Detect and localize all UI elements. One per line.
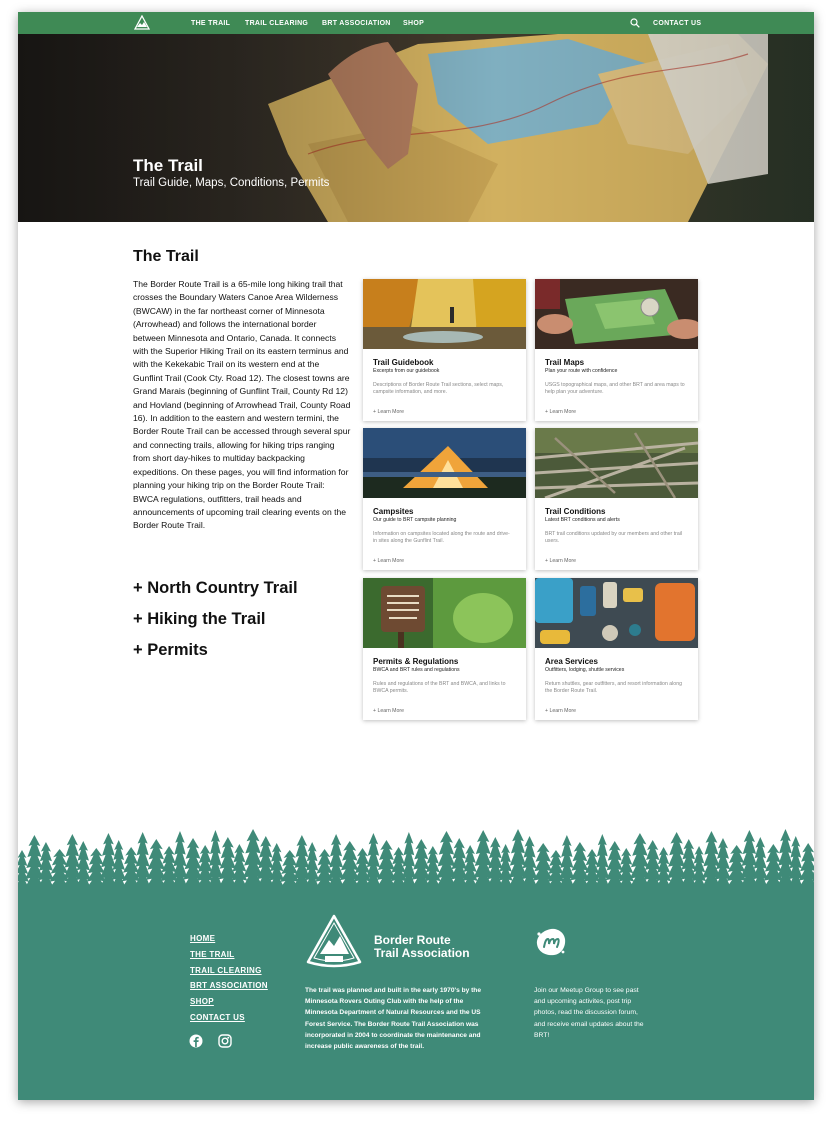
learn-more-link[interactable]: + Learn More [545,558,576,564]
hero-banner: The Trail Trail Guide, Maps, Conditions,… [18,34,814,222]
search-icon[interactable] [630,18,640,28]
map-compass-photo [535,279,698,349]
brt-badge-icon [306,914,362,968]
nav-trail-clearing[interactable]: TRAIL CLEARING [245,20,308,27]
card-title: Campsites [373,507,414,516]
accordion-permits[interactable]: + Permits [133,641,208,660]
footer-org-name: Border Route Trail Association [374,934,470,960]
fallen-trees-photo [535,428,698,498]
card-description: BRT trail conditions updated by our memb… [545,531,683,544]
meetup-text: Join our Meetup Group to see past and up… [534,987,644,1039]
card-subtitle: Plan your route with confidence [545,368,618,374]
facebook-icon[interactable] [189,1034,203,1048]
hero-shade [18,34,814,222]
card-area-services[interactable]: Area Services Outfitters, lodging, shutt… [535,578,698,720]
card-subtitle: BWCA and BRT rules and regulations [373,667,460,673]
nav-contact-us[interactable]: CONTACT US [653,20,701,27]
card-title: Trail Guidebook [373,358,434,367]
meetup-icon[interactable] [535,927,567,957]
learn-more-link[interactable]: + Learn More [545,409,576,415]
top-nav: THE TRAIL TRAIL CLEARING BRT ASSOCIATION… [18,12,814,34]
page: THE TRAIL TRAIL CLEARING BRT ASSOCIATION… [18,12,814,1100]
learn-more-link[interactable]: + Learn More [545,708,576,714]
learn-more-link[interactable]: + Learn More [373,558,404,564]
card-description: Rules and regulations of the BRT and BWC… [373,681,506,694]
card-description: USGS topographical maps, and other BRT a… [545,382,685,395]
nav-the-trail[interactable]: THE TRAIL [191,20,230,27]
card-description: Return shuttles, gear outfitters, and re… [545,681,682,694]
instagram-icon[interactable] [218,1034,232,1048]
footer-about-text: The trail was planned and built in the e… [305,987,481,1051]
footer: HOME THE TRAIL TRAIL CLEARING BRT ASSOCI… [18,892,814,1100]
accordion-hiking-the-trail[interactable]: + Hiking the Trail [133,610,266,629]
card-trail-maps[interactable]: Trail Maps Plan your route with confiden… [535,279,698,421]
hero-subtitle: Trail Guide, Maps, Conditions, Permits [133,177,330,189]
card-subtitle: Latest BRT conditions and alerts [545,517,620,523]
footer-link-the-trail[interactable]: THE TRAIL [190,950,234,959]
wilderness-sign-photo [363,578,526,648]
intro-body: The Border Route Trail is a 65-mile long… [133,279,351,531]
hero-title: The Trail [133,156,203,175]
card-subtitle: Outfitters, lodging, shuttle services [545,667,625,673]
card-title: Permits & Regulations [373,657,459,666]
treeline-graphic [18,829,814,896]
card-title: Area Services [545,657,598,666]
card-subtitle: Excerpts from our guidebook [373,368,440,374]
learn-more-link[interactable]: + Learn More [373,708,404,714]
brt-logo-icon[interactable] [134,15,150,31]
footer-link-contact-us[interactable]: CONTACT US [190,1013,245,1022]
forest-stream-photo [363,279,526,349]
accordion-north-country-trail[interactable]: + North Country Trail [133,579,298,598]
learn-more-link[interactable]: + Learn More [373,409,404,415]
card-campsites[interactable]: Campsites Our guide to BRT campsite plan… [363,428,526,570]
footer-link-shop[interactable]: SHOP [190,997,214,1006]
footer-link-brt-association[interactable]: BRT ASSOCIATION [190,981,268,990]
org-line-2: Trail Association [374,946,470,960]
footer-link-trail-clearing[interactable]: TRAIL CLEARING [190,966,262,975]
card-permits-regulations[interactable]: Permits & Regulations BWCA and BRT rules… [363,578,526,720]
card-title: Trail Maps [545,358,585,367]
nav-brt-association[interactable]: BRT ASSOCIATION [322,20,391,27]
card-trail-guidebook[interactable]: Trail Guidebook Excerpts from our guideb… [363,279,526,421]
card-trail-conditions[interactable]: Trail Conditions Latest BRT conditions a… [535,428,698,570]
nav-shop[interactable]: SHOP [403,20,424,27]
intro-title: The Trail [133,248,199,265]
card-description: Information on campsites located along t… [373,531,510,544]
card-title: Trail Conditions [545,507,606,516]
footer-link-home[interactable]: HOME [190,934,215,943]
gear-flatlay-photo [535,578,698,648]
card-description: Descriptions of Border Route Trail secti… [373,382,504,395]
tent-night-photo [363,428,526,498]
card-subtitle: Our guide to BRT campsite planning [373,517,457,523]
